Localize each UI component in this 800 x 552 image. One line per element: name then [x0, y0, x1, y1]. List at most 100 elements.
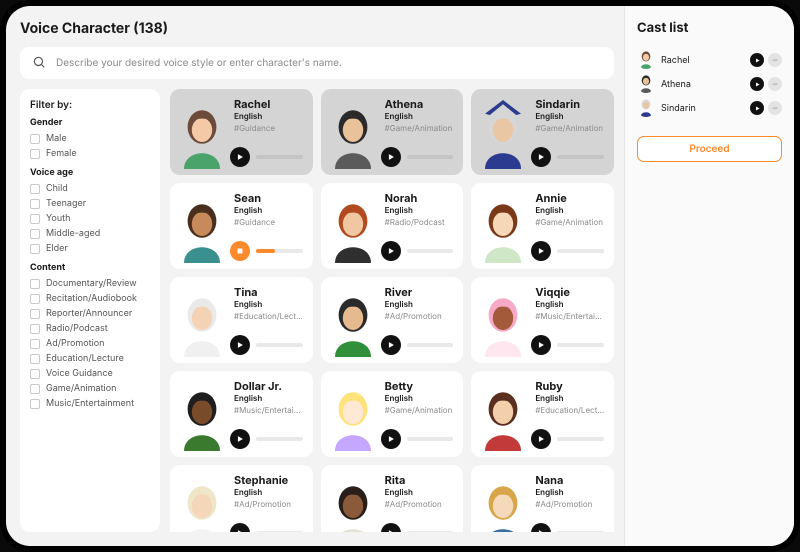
play-button[interactable]: [531, 241, 551, 261]
remove-icon[interactable]: −: [768, 101, 782, 115]
play-button[interactable]: [531, 523, 551, 532]
audio-player: [230, 523, 303, 532]
filter-option[interactable]: Radio/Podcast: [30, 321, 150, 336]
character-card[interactable]: Ruby English #Education/Lecture: [471, 371, 614, 457]
character-avatar: [329, 285, 377, 357]
app-frame: Voice Character (138) Filter by: Gender …: [0, 0, 800, 552]
filter-option[interactable]: Voice Guidance: [30, 366, 150, 381]
filter-option-label: Teenager: [46, 198, 86, 209]
character-card[interactable]: Rita English #Ad/Promotion: [321, 465, 464, 532]
audio-track[interactable]: [256, 343, 303, 347]
play-button[interactable]: [381, 429, 401, 449]
filter-option[interactable]: Reporter/Announcer: [30, 306, 150, 321]
checkbox-icon: [30, 149, 40, 159]
filter-option-label: Game/Animation: [46, 383, 116, 394]
character-card[interactable]: Dollar Jr. English #Music/Entertainment: [170, 371, 313, 457]
character-avatar: [329, 379, 377, 451]
filter-option[interactable]: Ad/Promotion: [30, 336, 150, 351]
filter-option[interactable]: Recitation/Audiobook: [30, 291, 150, 306]
audio-track[interactable]: [407, 343, 454, 347]
cast-controls: −: [750, 77, 782, 91]
character-card[interactable]: River English #Ad/Promotion: [321, 277, 464, 363]
cast-name: Sindarin: [661, 103, 744, 114]
character-language: English: [535, 299, 606, 309]
play-icon[interactable]: [750, 101, 764, 115]
character-card[interactable]: Annie English #Game/Animation: [471, 183, 614, 269]
main-body: Filter by: Gender Male FemaleVoice age C…: [20, 89, 614, 532]
audio-player: [230, 147, 303, 167]
play-button[interactable]: [381, 241, 401, 261]
play-button[interactable]: [531, 147, 551, 167]
remove-icon[interactable]: −: [768, 77, 782, 91]
filter-option[interactable]: Documentary/Review: [30, 276, 150, 291]
character-language: English: [535, 393, 606, 403]
character-avatar: [479, 191, 527, 263]
audio-player: [531, 147, 604, 167]
audio-track[interactable]: [256, 437, 303, 441]
play-button[interactable]: [230, 335, 250, 355]
audio-track[interactable]: [407, 437, 454, 441]
search-icon: [32, 53, 46, 73]
remove-icon[interactable]: −: [768, 53, 782, 67]
filter-option[interactable]: Game/Animation: [30, 381, 150, 396]
main-pane: Voice Character (138) Filter by: Gender …: [6, 6, 624, 546]
play-button[interactable]: [531, 335, 551, 355]
character-card[interactable]: Sean English #Guidance: [170, 183, 313, 269]
audio-track[interactable]: [407, 155, 454, 159]
play-button[interactable]: [230, 523, 250, 532]
audio-track[interactable]: [557, 343, 604, 347]
filter-option[interactable]: Teenager: [30, 196, 150, 211]
stop-button[interactable]: [230, 241, 250, 261]
search-bar[interactable]: [20, 47, 614, 79]
audio-track[interactable]: [256, 531, 303, 532]
search-input[interactable]: [54, 56, 602, 70]
character-card[interactable]: Norah English #Radio/Podcast: [321, 183, 464, 269]
filter-option[interactable]: Female: [30, 146, 150, 161]
play-button[interactable]: [230, 429, 250, 449]
play-button[interactable]: [531, 429, 551, 449]
audio-track[interactable]: [557, 249, 604, 253]
filter-group-title: Voice age: [30, 167, 150, 178]
play-button[interactable]: [381, 523, 401, 532]
character-card[interactable]: Tina English #Education/Lecture: [170, 277, 313, 363]
play-button[interactable]: [381, 335, 401, 355]
character-card[interactable]: Nana English #Ad/Promotion: [471, 465, 614, 532]
character-name: Viqqie: [535, 285, 606, 299]
audio-track[interactable]: [557, 155, 604, 159]
filter-option-label: Radio/Podcast: [46, 323, 108, 334]
play-button[interactable]: [230, 147, 250, 167]
character-card[interactable]: Rachel English #Guidance: [170, 89, 313, 175]
checkbox-icon: [30, 229, 40, 239]
audio-track[interactable]: [557, 437, 604, 441]
filter-option[interactable]: Youth: [30, 211, 150, 226]
filter-option[interactable]: Male: [30, 131, 150, 146]
audio-track[interactable]: [407, 249, 454, 253]
character-card[interactable]: Sindarin English #Game/Animation: [471, 89, 614, 175]
filter-option[interactable]: Music/Entertainment: [30, 396, 150, 411]
filter-option[interactable]: Child: [30, 181, 150, 196]
audio-track[interactable]: [407, 531, 454, 532]
character-card[interactable]: Viqqie English #Music/Entertainment: [471, 277, 614, 363]
audio-track[interactable]: [557, 531, 604, 532]
filter-option[interactable]: Middle-aged: [30, 226, 150, 241]
character-tag: #Ad/Promotion: [385, 311, 456, 321]
audio-player: [531, 241, 604, 261]
character-card[interactable]: Stephanie English #Ad/Promotion: [170, 465, 313, 532]
checkbox-icon: [30, 354, 40, 364]
character-avatar: [178, 379, 226, 451]
play-icon[interactable]: [750, 53, 764, 67]
play-icon[interactable]: [750, 77, 764, 91]
audio-player: [381, 429, 454, 449]
character-tag: #Education/Lecture: [234, 311, 305, 321]
audio-track[interactable]: [256, 249, 303, 253]
character-avatar: [479, 285, 527, 357]
play-button[interactable]: [381, 147, 401, 167]
filter-option[interactable]: Elder: [30, 241, 150, 256]
proceed-button[interactable]: Proceed: [637, 136, 782, 162]
character-card[interactable]: Betty English #Game/Animation: [321, 371, 464, 457]
audio-player: [230, 241, 303, 261]
audio-track[interactable]: [256, 155, 303, 159]
filter-option[interactable]: Education/Lecture: [30, 351, 150, 366]
character-card[interactable]: Athena English #Game/Animation: [321, 89, 464, 175]
character-name: Nana: [535, 473, 606, 487]
